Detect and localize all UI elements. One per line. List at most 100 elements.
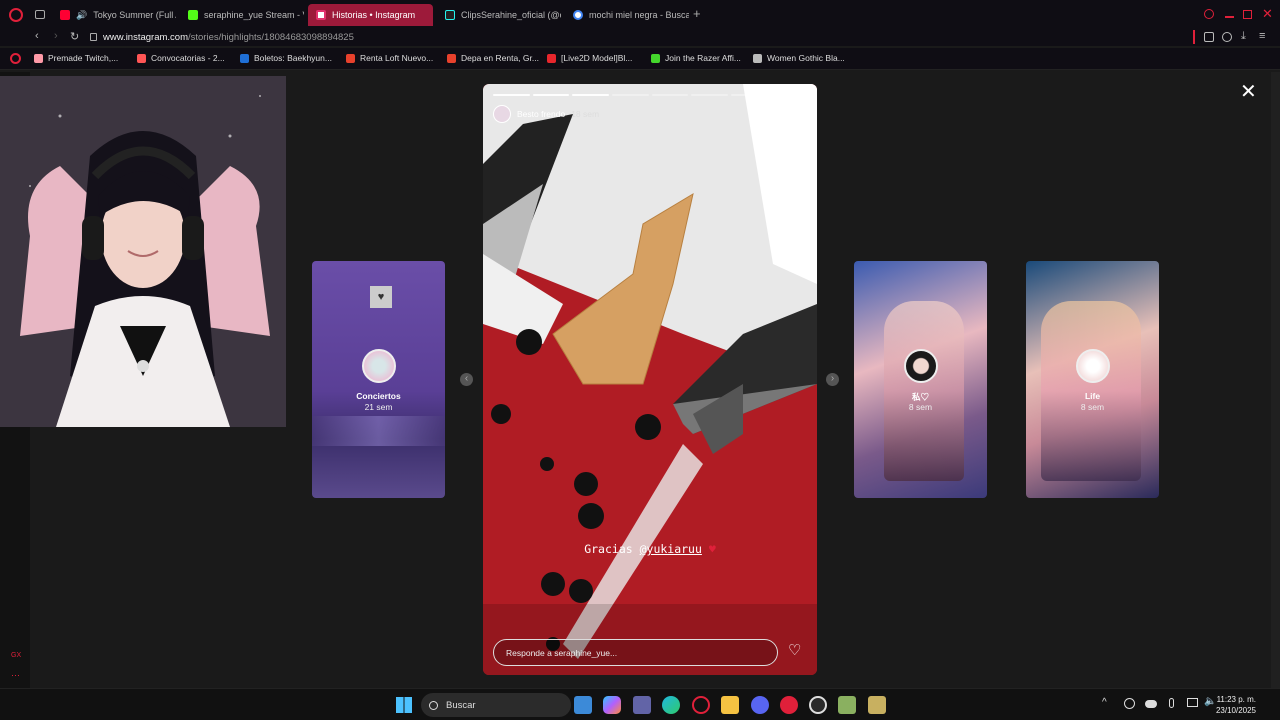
prev-story-icon[interactable]: ‹	[460, 373, 473, 386]
highlight-time: 8 sem	[1080, 402, 1105, 412]
clock-time: 11:23 p. m.	[1216, 695, 1256, 704]
story-progress-segment	[691, 94, 728, 96]
file-explorer-icon[interactable]	[721, 696, 739, 714]
tray-cloud-icon[interactable]	[1145, 700, 1157, 708]
page-scrollbar[interactable]	[1271, 72, 1280, 688]
bookmark-favicon-icon	[137, 53, 146, 63]
highlight-card[interactable]: 私♡ 8 sem	[854, 261, 987, 498]
back-icon[interactable]: ‹	[35, 30, 39, 42]
bookmark-item[interactable]: [Live2D Model]Bl...	[547, 53, 632, 63]
concert-crowd-image	[312, 416, 445, 446]
highlight-card[interactable]: ♥ Conciertos 21 sem	[312, 261, 445, 498]
bookmark-label: Convocatorias - 2...	[151, 53, 225, 63]
highlight-time: 21 sem	[364, 402, 393, 412]
taskbar-search[interactable]: Buscar	[421, 693, 571, 717]
copilot-icon[interactable]	[603, 696, 621, 714]
kick-icon	[188, 10, 198, 20]
extensions-icon[interactable]	[1204, 32, 1214, 42]
bookmark-item[interactable]: Renta Loft Nuevo...	[346, 53, 433, 63]
bookmark-item[interactable]: Convocatorias - 2...	[137, 53, 225, 63]
youtube-icon	[60, 10, 70, 20]
bookmark-label: Women Gothic Bla...	[767, 53, 845, 63]
windows-start-icon[interactable]	[396, 697, 412, 713]
url-field[interactable]: www.instagram.com/stories/highlights/180…	[90, 30, 354, 44]
minimize-icon[interactable]	[1225, 16, 1234, 18]
store-icon[interactable]	[574, 696, 592, 714]
caption-mention[interactable]: @yukiaruu	[640, 542, 702, 556]
edge-icon[interactable]	[662, 696, 680, 714]
reply-input[interactable]: Responde a seraphine_yue...	[493, 639, 778, 666]
new-tab-icon[interactable]: +	[693, 7, 701, 20]
opera-logo-icon[interactable]	[9, 8, 23, 22]
lock-icon	[90, 33, 97, 41]
more-options-icon[interactable]: •••	[788, 105, 802, 118]
next-story-icon[interactable]: ›	[826, 373, 839, 386]
tab-menu-icon[interactable]	[35, 10, 45, 19]
caption-text: Gracias	[584, 542, 640, 556]
menu-icon[interactable]: ≡	[1259, 30, 1265, 42]
tab-google[interactable]: mochi miel negra - Busca	[565, 4, 689, 26]
story-header[interactable]: Besto frendo 18 sem	[493, 105, 599, 123]
bookmark-label: Premade Twitch,...	[48, 53, 119, 63]
restore-icon[interactable]	[1243, 10, 1252, 19]
sidebar-more-icon[interactable]: ⋯	[11, 670, 20, 681]
search-tabs-icon[interactable]	[1204, 9, 1214, 19]
tray-mic-icon[interactable]	[1169, 698, 1174, 708]
bookmark-label: Depa en Renta, Gr...	[461, 53, 539, 63]
discord-icon[interactable]	[751, 696, 769, 714]
bookmark-label: Join the Razer Affi...	[665, 53, 741, 63]
bookmark-item[interactable]: Depa en Renta, Gr...	[447, 53, 539, 63]
browser-tab-bar: 🔊 Tokyo Summer (Full A seraphine_yue Str…	[0, 0, 1280, 30]
google-icon	[573, 10, 583, 20]
story-progress-bar	[493, 94, 807, 96]
bookmark-item[interactable]: Premade Twitch,...	[34, 53, 118, 63]
tray-sync-icon[interactable]	[1124, 698, 1135, 709]
sidebar-toggle-icon[interactable]	[1193, 30, 1195, 44]
highlight-time: 8 sem	[908, 402, 933, 412]
bookmark-item[interactable]: Join the Razer Affi...	[651, 53, 741, 63]
bookmark-favicon-icon	[547, 53, 556, 63]
tray-volume-icon[interactable]: 🔈	[1204, 696, 1216, 707]
story-progress-segment	[532, 94, 570, 96]
highlight-card[interactable]: Life 8 sem	[1026, 261, 1159, 498]
taskbar-clock[interactable]: 11:23 p. m. 23/10/2025	[1216, 694, 1256, 716]
story-username: Besto frendo	[517, 109, 566, 119]
clock-date: 23/10/2025	[1215, 706, 1256, 715]
story-viewer[interactable]: Besto frendo 18 sem ••• Gracias @yukiaru…	[483, 84, 817, 675]
tab-instagram[interactable]: Historias • Instagram	[308, 4, 433, 26]
opera-bookmark-icon[interactable]	[10, 53, 21, 64]
bookmark-item[interactable]: Boletos: Baekhyun...	[240, 53, 332, 63]
webcam-overlay	[0, 76, 286, 427]
app-icon[interactable]	[868, 696, 886, 714]
highlight-avatar	[361, 349, 396, 383]
obs-icon[interactable]	[809, 696, 827, 714]
opera-gx-icon[interactable]	[692, 696, 710, 714]
app-icon[interactable]	[838, 696, 856, 714]
tab-youtube[interactable]: 🔊 Tokyo Summer (Full A	[52, 4, 176, 26]
teams-icon[interactable]	[633, 696, 651, 714]
story-progress-segment	[611, 94, 649, 96]
sidebar-logo-icon[interactable]: GX	[11, 652, 21, 659]
tray-chevron-icon[interactable]: ^	[1102, 697, 1107, 708]
tab-kick[interactable]: seraphine_yue Stream - V	[180, 4, 304, 26]
instagram-icon	[316, 10, 326, 20]
forward-icon[interactable]: ›	[54, 30, 58, 42]
download-icon[interactable]: ⤓	[1241, 30, 1246, 43]
search-label: Buscar	[446, 699, 476, 711]
reload-icon[interactable]: ↻	[70, 30, 79, 43]
close-window-icon[interactable]: ✕	[1262, 6, 1273, 22]
like-heart-icon[interactable]: ♡	[788, 642, 801, 660]
tab-tiktok[interactable]: ClipsSerahine_oficial (@c	[437, 4, 561, 26]
tab-label: ClipsSerahine_oficial (@c	[461, 10, 561, 20]
bookmark-favicon-icon	[240, 53, 249, 63]
opera-icon[interactable]	[780, 696, 798, 714]
url-path: /stories/highlights/18084683098894825	[188, 31, 354, 43]
caption-heart: ♥	[708, 542, 716, 556]
tray-display-icon[interactable]	[1187, 698, 1198, 707]
profile-icon[interactable]	[1222, 32, 1232, 42]
close-stories-icon[interactable]: ✕	[1240, 82, 1257, 102]
pause-icon[interactable]	[769, 109, 777, 119]
bookmark-item[interactable]: Women Gothic Bla...	[753, 53, 845, 63]
story-progress-segment	[770, 94, 807, 96]
tab-label: seraphine_yue Stream - V	[204, 10, 304, 20]
